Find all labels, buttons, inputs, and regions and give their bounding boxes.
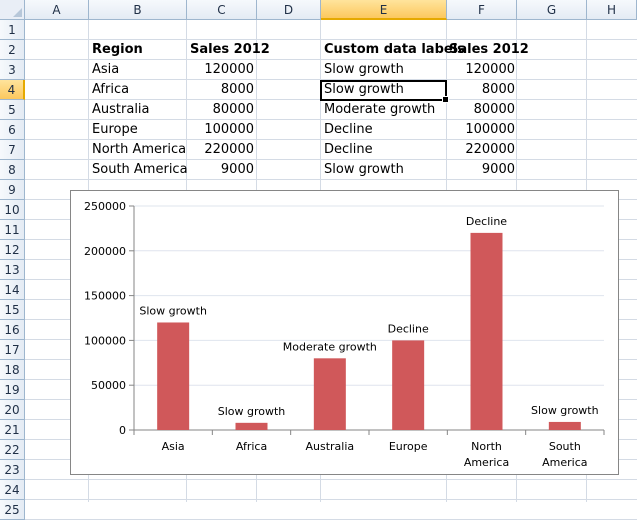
bar [157, 322, 190, 430]
category-label: Africa [236, 440, 267, 453]
row-header-5[interactable]: 5 [0, 100, 25, 120]
y-tick-label: 150000 [84, 290, 126, 303]
row-header-8[interactable]: 8 [0, 160, 25, 180]
row-header-22[interactable]: 22 [0, 440, 25, 460]
category-label: Asia [162, 440, 185, 453]
column-header-c[interactable]: C [187, 0, 257, 20]
row-header-18[interactable]: 18 [0, 360, 25, 380]
cell-custom-label[interactable]: Slow growth [321, 160, 407, 180]
row-header-24[interactable]: 24 [0, 480, 25, 500]
cell-region[interactable]: South America [89, 160, 191, 180]
cell-custom-label[interactable]: Decline [321, 140, 376, 160]
cell-custom-label[interactable]: Decline [321, 120, 376, 140]
row-header-2[interactable]: 2 [0, 40, 25, 60]
row-header-1[interactable]: 1 [0, 20, 25, 40]
category-label: North [471, 440, 502, 453]
row-header-25[interactable]: 25 [0, 500, 25, 520]
header-sales-2012-copy[interactable]: Sales 2012 [446, 40, 529, 60]
select-all-corner[interactable] [0, 0, 25, 20]
bar [548, 421, 581, 430]
y-tick-label: 200000 [84, 245, 126, 258]
column-header-h[interactable]: H [587, 0, 637, 20]
row-header-12[interactable]: 12 [0, 240, 25, 260]
cell-sales-copy[interactable]: 80000 [446, 100, 518, 120]
column-header-b[interactable]: B [89, 0, 187, 20]
bar-chart[interactable]: 0 50000 100000 150000 200000 250000 Slow growt… [70, 190, 619, 475]
cell-sales[interactable]: 8000 [187, 80, 257, 100]
row-header-15[interactable]: 15 [0, 300, 25, 320]
row-header-7[interactable]: 7 [0, 140, 25, 160]
row-header-3[interactable]: 3 [0, 60, 25, 80]
cell-sales[interactable]: 100000 [187, 120, 257, 140]
data-label: Slow growth [531, 404, 599, 417]
horizontal-gridline [25, 499, 637, 500]
cell-sales-copy[interactable]: 100000 [446, 120, 518, 140]
row-header-23[interactable]: 23 [0, 460, 25, 480]
row-header-20[interactable]: 20 [0, 400, 25, 420]
row-header-4[interactable]: 4 [0, 80, 25, 100]
cell-sales[interactable]: 9000 [187, 160, 257, 180]
header-region[interactable]: Region [89, 40, 146, 60]
category-label: Europe [389, 440, 428, 453]
active-cell-e4[interactable] [320, 80, 449, 103]
cell-region[interactable]: North America [89, 140, 189, 160]
spreadsheet: ABCDEFGH 1 2 3 4 5 6 7 8 9 10 11 12 13 14 15 16 17 18 19 20… [0, 0, 637, 520]
column-header-a[interactable]: A [25, 0, 89, 20]
fill-handle[interactable] [442, 96, 449, 103]
cell-custom-label[interactable]: Moderate growth [321, 100, 438, 120]
select-all-triangle-icon [13, 8, 22, 17]
cell-region[interactable]: Africa [89, 80, 132, 100]
y-tick-label: 50000 [91, 379, 126, 392]
cell-region[interactable]: Asia [89, 60, 122, 80]
bar [235, 422, 268, 430]
category-label: Australia [305, 440, 354, 453]
bar [470, 232, 503, 430]
data-label: Slow growth [218, 405, 286, 418]
column-header-g[interactable]: G [517, 0, 587, 20]
row-header-10[interactable]: 10 [0, 200, 25, 220]
column-header-f[interactable]: F [447, 0, 517, 20]
row-header-11[interactable]: 11 [0, 220, 25, 240]
cell-sales[interactable]: 80000 [187, 100, 257, 120]
category-label: South [549, 440, 581, 453]
row-header-19[interactable]: 19 [0, 380, 25, 400]
y-tick-label: 100000 [84, 334, 126, 347]
row-header-6[interactable]: 6 [0, 120, 25, 140]
y-tick-label: 250000 [84, 200, 126, 213]
row-header-13[interactable]: 13 [0, 260, 25, 280]
bar [313, 358, 346, 430]
cell-sales-copy[interactable]: 9000 [446, 160, 518, 180]
bar [392, 340, 425, 430]
data-label: Decline [388, 322, 429, 335]
category-label: America [464, 456, 509, 469]
row-header-9[interactable]: 9 [0, 180, 25, 200]
column-header-d[interactable]: D [257, 0, 321, 20]
cell-custom-label[interactable]: Slow growth [321, 60, 407, 80]
data-label: Moderate growth [283, 340, 377, 353]
row-header-14[interactable]: 14 [0, 280, 25, 300]
horizontal-gridline [25, 479, 637, 480]
column-header-e[interactable]: E [321, 0, 447, 20]
row-header-17[interactable]: 17 [0, 340, 25, 360]
y-tick-label: 0 [119, 424, 126, 437]
cell-sales-copy[interactable]: 120000 [446, 60, 518, 80]
category-label: America [542, 456, 587, 469]
cell-region[interactable]: Europe [89, 120, 141, 140]
row-header-21[interactable]: 21 [0, 420, 25, 440]
cell-sales-copy[interactable]: 220000 [446, 140, 518, 160]
chart-canvas: 0 50000 100000 150000 200000 250000 Slow growt… [84, 200, 605, 469]
row-header-16[interactable]: 16 [0, 320, 25, 340]
data-label: Slow growth [139, 304, 207, 317]
cell-sales[interactable]: 120000 [187, 60, 257, 80]
header-sales-2012[interactable]: Sales 2012 [187, 40, 270, 60]
cell-sales-copy[interactable]: 8000 [446, 80, 518, 100]
cell-region[interactable]: Australia [89, 100, 153, 120]
cell-sales[interactable]: 220000 [187, 140, 257, 160]
data-label: Decline [466, 215, 507, 228]
